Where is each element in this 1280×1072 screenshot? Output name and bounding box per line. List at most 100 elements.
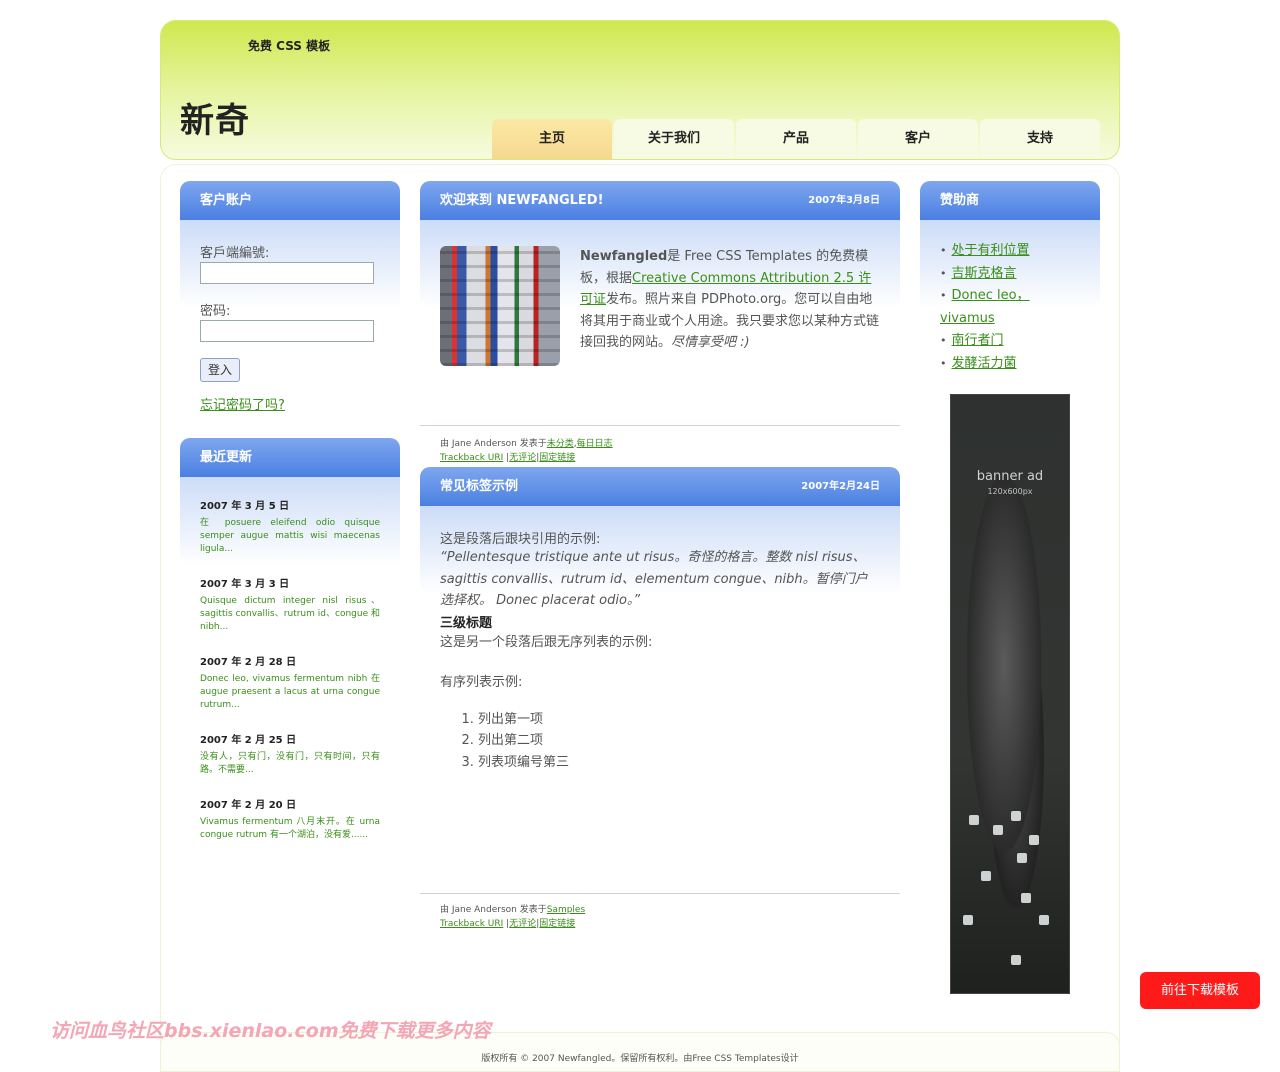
post-body: 这是段落后跟块引用的示例: “Pellentesque tristique an… <box>420 506 900 894</box>
update-date: 2007 年 2 月 25 日 <box>200 735 297 746</box>
update-date: 2007 年 3 月 5 日 <box>200 501 290 512</box>
sponsor-link[interactable]: 吉斯克格言 <box>952 266 1017 281</box>
update-link[interactable]: 在 posuere eleifend odio quisque semper a… <box>200 517 380 556</box>
watermark-text: 访问血鸟社区bbs.xienlao.com免费下载更多内容 <box>50 1020 491 1042</box>
menu-tab-clients[interactable]: 客户 <box>858 119 978 159</box>
update-link[interactable]: Quisque dictum integer nisl risus、sagitt… <box>200 595 380 634</box>
update-item: 2007 年 3 月 3 日 Quisque dictum integer ni… <box>200 575 380 634</box>
sponsor-link[interactable]: Donec leo，vivamus <box>940 288 1030 326</box>
list-item: • 吉斯克格言 <box>940 263 1080 286</box>
enjoy-text: 尽情享受吧 :) <box>671 335 750 350</box>
comments-link[interactable]: 无评论 <box>509 919 536 929</box>
login-box: 客户账户 客戶端編號: 密码: 登入 忘记密码了吗? <box>180 181 400 460</box>
brand-name: Newfangled <box>580 249 668 264</box>
comments-link[interactable]: 无评论 <box>509 453 536 463</box>
ice-cube-icon <box>963 915 973 925</box>
post-title-bar: 常见标签示例 2007年2月24日 <box>420 467 900 506</box>
update-item: 2007 年 2 月 20 日 Vivamus fermentum 八月末开。在… <box>200 796 380 842</box>
permalink-link[interactable]: 固定链接 <box>539 453 575 463</box>
update-item: 2007 年 2 月 25 日 没有人，只有门，没有门，只有时间，只有路。不需要… <box>200 731 380 777</box>
update-date: 2007 年 2 月 28 日 <box>200 657 297 668</box>
sponsor-link[interactable]: 发酵活力菌 <box>952 356 1017 371</box>
sponsors-box: 赞助商 • 处于有利位置 • 吉斯克格言 • Donec leo，vivamus • 南… <box>920 181 1100 371</box>
recent-updates-box: 最近更新 2007 年 3 月 5 日 在 posuere eleifend o… <box>180 438 400 861</box>
update-date: 2007 年 2 月 20 日 <box>200 800 297 811</box>
update-link[interactable]: Donec leo, vivamus fermentum nibh 在 augu… <box>200 673 380 712</box>
ice-cube-icon <box>969 815 979 825</box>
category-link[interactable]: 未分类 <box>547 439 574 449</box>
post-tags: 常见标签示例 2007年2月24日 这是段落后跟块引用的示例: “Pellent… <box>420 467 900 931</box>
posted-by: 由 Jane Anderson 发表于 <box>440 439 547 449</box>
sponsor-link[interactable]: 南行者门 <box>952 333 1004 348</box>
update-link[interactable]: 没有人，只有门，没有门，只有时间，只有路。不需要... <box>200 751 380 777</box>
list-item: • 南行者门 <box>940 330 1080 353</box>
password-input[interactable] <box>200 320 374 342</box>
site-header: 免费 CSS 模板 新奇 主页 关于我们 产品 客户 支持 <box>160 20 1120 160</box>
ice-cube-icon <box>1011 955 1021 965</box>
ice-cube-icon <box>1029 835 1039 845</box>
paragraph: 这是段落后跟块引用的示例: <box>440 532 601 547</box>
login-form: 客戶端編號: 密码: 登入 忘记密码了吗? <box>180 220 400 460</box>
download-template-button[interactable]: 前往下载模板 <box>1140 972 1260 1009</box>
sponsor-link[interactable]: 处于有利位置 <box>952 243 1030 258</box>
ice-cube-icon <box>1039 915 1049 925</box>
list-item: 列出第二项 <box>478 730 880 752</box>
banner-ad[interactable]: banner ad 120x600px <box>950 394 1070 994</box>
login-button[interactable]: 登入 <box>200 358 240 382</box>
banner-title: banner ad <box>976 469 1044 484</box>
trackback-link[interactable]: Trackback URI <box>440 919 503 929</box>
site-slogan: 免费 CSS 模板 <box>248 39 331 53</box>
post-date: 2007年3月8日 <box>808 195 880 206</box>
post-text: Newfangled是 Free CSS Templates 的免费模板，根据C… <box>580 246 880 354</box>
list-item: • 发酵活力菌 <box>940 353 1080 376</box>
bullet-icon: • <box>940 334 947 347</box>
post-title[interactable]: 常见标签示例 <box>440 479 518 494</box>
trackback-link[interactable]: Trackback URI <box>440 453 503 463</box>
updates-list: 2007 年 3 月 5 日 在 posuere eleifend odio q… <box>180 477 400 842</box>
sponsors-list: • 处于有利位置 • 吉斯克格言 • Donec leo，vivamus • 南行者门 … <box>920 220 1100 371</box>
post-title[interactable]: 欢迎来到 NEWFANGLED! <box>440 193 604 208</box>
menu-tab-home[interactable]: 主页 <box>492 119 612 159</box>
updates-title: 最近更新 <box>180 438 400 477</box>
ordered-list: 列出第一项 列出第二项 列表项编号第三 <box>440 709 880 774</box>
update-date: 2007 年 3 月 3 日 <box>200 579 290 590</box>
main-menu: 主页 关于我们 产品 客户 支持 <box>492 119 1100 159</box>
update-link[interactable]: Vivamus fermentum 八月末开。在 urna congue rut… <box>200 816 380 842</box>
banner-size: 120x600px <box>987 487 1033 496</box>
category-link[interactable]: Samples <box>547 905 585 915</box>
list-item: 列表项编号第三 <box>478 752 880 774</box>
ice-cube-icon <box>981 871 991 881</box>
menu-tab-about[interactable]: 关于我们 <box>614 119 734 159</box>
update-item: 2007 年 2 月 28 日 Donec leo, vivamus ferme… <box>200 653 380 712</box>
footer-text: 版权所有 © 2007 Newfangled。保留所有权利。由Free CSS … <box>481 1054 799 1064</box>
post-meta: 由 Jane Anderson 发表于未分类,每日日志 Trackback UR… <box>440 439 613 463</box>
password-label: 密码: <box>200 304 231 319</box>
menu-tab-support[interactable]: 支持 <box>980 119 1100 159</box>
site-logo[interactable]: 新奇 <box>180 93 250 142</box>
post-body: Newfangled是 Free CSS Templates 的免费模板，根据C… <box>420 220 900 426</box>
bullet-icon: • <box>940 356 947 370</box>
update-item: 2007 年 3 月 5 日 在 posuere eleifend odio q… <box>200 497 380 556</box>
post-meta: 由 Jane Anderson 发表于Samples Trackback URI… <box>440 905 586 929</box>
login-title: 客户账户 <box>180 181 400 220</box>
post-title-bar: 欢迎来到 NEWFANGLED! 2007年3月8日 <box>420 181 900 220</box>
post-welcome: 欢迎来到 NEWFANGLED! 2007年3月8日 Newfangled是 F… <box>420 181 900 465</box>
bullet-icon: • <box>940 266 947 280</box>
client-id-input[interactable] <box>200 262 374 284</box>
paragraph: 这是另一个段落后跟无序列表的示例: <box>440 634 653 650</box>
list-item: • Donec leo，vivamus <box>940 285 1080 330</box>
post-date: 2007年2月24日 <box>801 481 880 492</box>
menu-tab-products[interactable]: 产品 <box>736 119 856 159</box>
ice-cube-icon <box>993 825 1003 835</box>
forgot-password-link[interactable]: 忘记密码了吗? <box>200 394 380 413</box>
blockquote: “Pellentesque tristique ante ut risus。奇怪… <box>440 550 868 608</box>
heading-level-3: 三级标题 <box>440 615 493 631</box>
list-item: 列出第一项 <box>478 709 880 731</box>
paragraph: 有序列表示例: <box>440 674 523 690</box>
category-link[interactable]: 每日日志 <box>577 439 613 449</box>
ice-cube-icon <box>1021 893 1031 903</box>
permalink-link[interactable]: 固定链接 <box>539 919 575 929</box>
posted-by: 由 Jane Anderson 发表于 <box>440 905 547 915</box>
post-photo <box>440 246 560 366</box>
bullet-icon: • <box>940 289 947 302</box>
